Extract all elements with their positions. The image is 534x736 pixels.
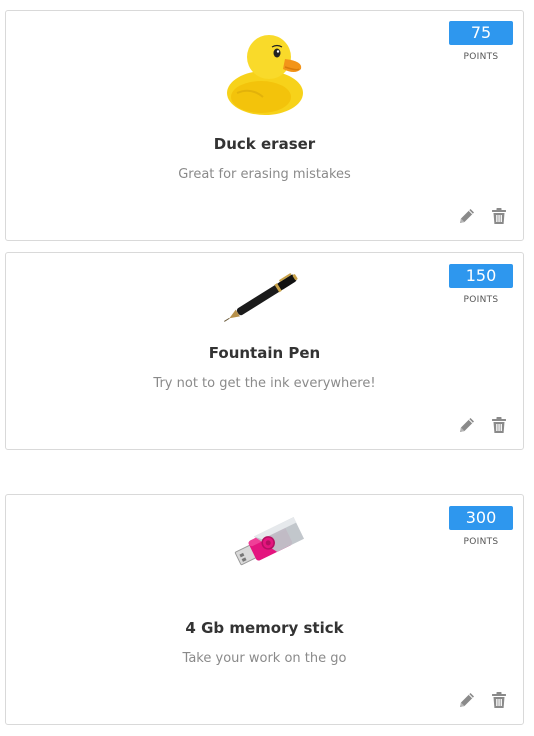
pencil-icon[interactable] xyxy=(457,206,477,226)
points-badge: 75 xyxy=(449,21,513,45)
item-description: Try not to get the ink everywhere! xyxy=(153,376,376,391)
reward-card-fountain-pen: 150 POINTS Fountain Pen Try not to get t… xyxy=(5,252,524,450)
points-badge: 300 xyxy=(449,506,513,530)
trash-icon[interactable] xyxy=(489,206,509,226)
points-label: POINTS xyxy=(463,295,499,305)
trash-icon[interactable] xyxy=(489,690,509,710)
points-badge: 150 xyxy=(449,264,513,288)
trash-icon[interactable] xyxy=(489,415,509,435)
card-actions xyxy=(457,206,509,226)
reward-card-memory-stick: 300 POINTS 4 Gb memory stick Take your w… xyxy=(5,494,524,725)
card-actions xyxy=(457,690,509,710)
item-description: Take your work on the go xyxy=(182,651,347,666)
item-description: Great for erasing mistakes xyxy=(178,167,351,182)
rubber-duck-image xyxy=(226,35,303,115)
reward-card-duck-eraser: 75 POINTS Duck eraser Great for erasing … xyxy=(5,10,524,241)
item-title: Duck eraser xyxy=(213,135,316,153)
points-label: POINTS xyxy=(463,52,499,62)
usb-memory-stick-image xyxy=(234,517,304,566)
item-title: Fountain Pen xyxy=(208,344,321,362)
item-title: 4 Gb memory stick xyxy=(185,619,344,637)
card-actions xyxy=(457,415,509,435)
pencil-icon[interactable] xyxy=(457,690,477,710)
fountain-pen-image xyxy=(223,273,298,322)
pencil-icon[interactable] xyxy=(457,415,477,435)
points-label: POINTS xyxy=(463,537,499,547)
